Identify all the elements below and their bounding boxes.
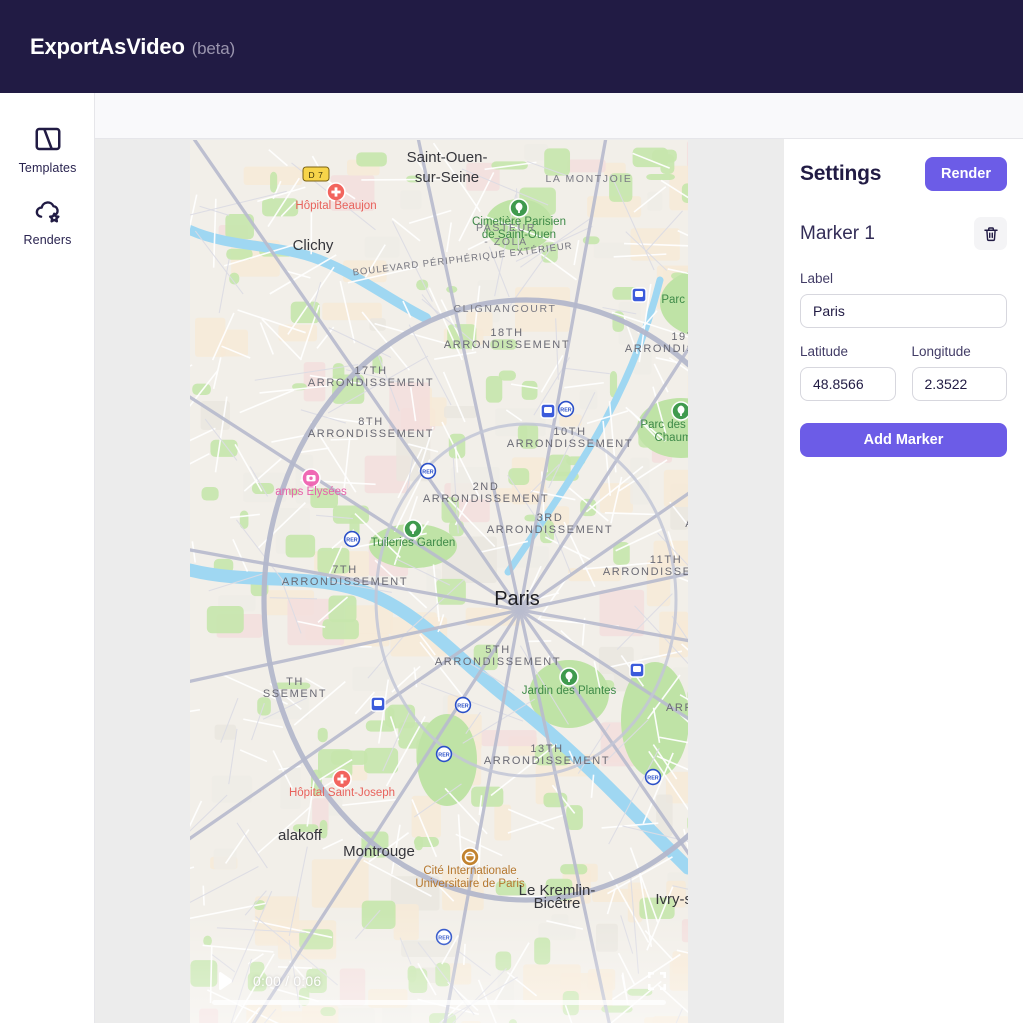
settings-panel: Settings Render Marker 1 Label Latitude <box>784 139 1023 1023</box>
svg-text:Paris: Paris <box>494 588 540 610</box>
play-icon <box>219 971 232 991</box>
svg-text:alakoff: alakoff <box>278 827 323 844</box>
svg-text:10TH: 10TH <box>553 426 586 438</box>
page-title: Settings <box>800 162 882 185</box>
svg-text:Chaumont: Chaumont <box>654 432 688 444</box>
svg-text:amps Élysées: amps Élysées <box>275 485 347 498</box>
svg-text:ARRONDISSEMENT: ARRONDISSEMENT <box>308 428 434 440</box>
svg-text:ARRONDISSEMENT: ARRONDISSEMENT <box>444 339 570 351</box>
fullscreen-icon <box>648 972 666 990</box>
svg-text:19TH: 19TH <box>671 331 688 343</box>
svg-text:PASTEUR: PASTEUR <box>476 222 536 234</box>
app-root: ExportAsVideo (beta) Templates Renders B… <box>0 0 1023 1023</box>
svg-text:ARRONDISSEM: ARRONDISSEM <box>685 518 688 530</box>
svg-text:3RD: 3RD <box>537 512 564 524</box>
brand-beta-tag: (beta) <box>191 38 235 58</box>
video-controls: 0:00 / 0:06 <box>190 949 688 1023</box>
brand-name: ExportAsVideo <box>30 33 185 59</box>
add-marker-button[interactable]: Add Marker <box>800 423 1007 457</box>
svg-text:Hôpital Beaujon: Hôpital Beaujon <box>295 200 376 212</box>
svg-text:8TH: 8TH <box>358 416 384 428</box>
svg-text:Ivry-sur-Seine: Ivry-sur-Seine <box>655 891 688 908</box>
longitude-input[interactable] <box>911 367 1007 401</box>
svg-text:sur-Seine: sur-Seine <box>415 169 479 186</box>
preview-canvas: BOULEVARD PÉRIPHÉRIQUE EXTÉRIEURD 7E15A … <box>95 139 784 1023</box>
fullscreen-button[interactable] <box>648 972 666 990</box>
svg-text:Montrouge: Montrouge <box>343 843 415 860</box>
editor-toolbar <box>95 93 1023 139</box>
app-header: ExportAsVideo (beta) <box>0 0 1023 93</box>
svg-text:TH: TH <box>286 676 304 688</box>
svg-text:Jardin des Plantes: Jardin des Plantes <box>522 685 617 697</box>
svg-text:RER: RER <box>647 776 658 782</box>
svg-text:18TH: 18TH <box>490 327 523 339</box>
svg-text:CLIGNANCOURT: CLIGNANCOURT <box>453 303 556 315</box>
svg-text:RER: RER <box>438 753 449 759</box>
svg-text:7TH: 7TH <box>332 564 358 576</box>
marker-header: Marker 1 <box>800 217 1007 250</box>
svg-text:Clichy: Clichy <box>293 237 334 254</box>
svg-text:Universitaire de Paris: Universitaire de Paris <box>415 878 525 890</box>
label-field-label: Label <box>800 271 834 286</box>
svg-text:ARRONDISSEMENT: ARRONDISSEMENT <box>435 656 561 668</box>
delete-marker-button[interactable] <box>974 217 1007 250</box>
svg-text:Cité Internationale: Cité Internationale <box>423 865 516 877</box>
label-input[interactable] <box>800 294 1007 328</box>
svg-text:13TH: 13TH <box>530 743 563 755</box>
latitude-label: Latitude <box>800 344 849 359</box>
video-timecode: 0:00 / 0:06 <box>253 973 322 989</box>
longitude-label: Longitude <box>911 344 971 359</box>
svg-text:Tuileries Garden: Tuileries Garden <box>371 537 456 549</box>
templates-icon <box>33 124 63 154</box>
svg-text:RER: RER <box>422 470 433 476</box>
settings-header: Settings Render <box>800 157 1007 191</box>
svg-text:D 7: D 7 <box>308 170 323 180</box>
trash-icon <box>983 226 998 241</box>
sidebar-item-templates-label: Templates <box>18 161 77 175</box>
video-progress-bar[interactable] <box>212 1000 666 1005</box>
svg-text:5TH: 5TH <box>485 644 511 656</box>
svg-text:ARRONDISSEMENT: ARRONDISSEMENT <box>484 755 610 767</box>
latitude-field-group: Latitude <box>800 344 896 401</box>
svg-text:ARRONDISSEMENT: ARRONDISSEMENT <box>625 343 688 355</box>
svg-text:17TH: 17TH <box>354 365 387 377</box>
svg-text:Hôpital Saint-Joseph: Hôpital Saint-Joseph <box>289 787 395 799</box>
video-preview[interactable]: BOULEVARD PÉRIPHÉRIQUE EXTÉRIEURD 7E15A … <box>190 140 688 1023</box>
svg-text:ARRONDISSEMENT: ARRONDISSEMENT <box>507 438 633 450</box>
sidebar-item-renders[interactable]: Renders <box>0 187 95 259</box>
svg-text:RER: RER <box>457 704 468 710</box>
svg-text:ARRONDISSEMENT: ARRONDISSEMENT <box>487 524 613 536</box>
latitude-input[interactable] <box>800 367 896 401</box>
sidebar-item-renders-label: Renders <box>23 233 72 247</box>
svg-text:ARRONDISSEMENT: ARRONDISSEMENT <box>308 377 434 389</box>
svg-text:2ND: 2ND <box>473 481 500 493</box>
svg-text:LA MONTJOIE: LA MONTJOIE <box>545 173 632 185</box>
svg-text:- ZOLA: - ZOLA <box>484 236 527 248</box>
svg-text:ARRONDISSEMENT: ARRONDISSEMENT <box>282 576 408 588</box>
svg-text:SSEMENT: SSEMENT <box>263 688 327 700</box>
brand-logo[interactable]: ExportAsVideo (beta) <box>30 34 235 60</box>
svg-text:ARRONDISSEMEN: ARRONDISSEMEN <box>666 702 688 714</box>
map-render: BOULEVARD PÉRIPHÉRIQUE EXTÉRIEURD 7E15A … <box>190 140 688 1023</box>
play-button[interactable] <box>212 969 236 993</box>
render-button[interactable]: Render <box>925 157 1007 191</box>
sidebar-item-templates[interactable]: Templates <box>0 115 95 187</box>
svg-text:RER: RER <box>346 538 357 544</box>
svg-text:ARRONDISSEMENT: ARRONDISSEMENT <box>603 566 688 578</box>
svg-text:Parc de la Villette: Parc de la Villette <box>661 294 688 306</box>
svg-text:Saint-Ouen-: Saint-Ouen- <box>407 149 488 166</box>
cloud-star-icon <box>33 196 63 226</box>
marker-title: Marker 1 <box>800 222 875 244</box>
label-field-group: Label <box>800 271 1007 328</box>
sidebar: Templates Renders <box>0 93 95 1023</box>
svg-text:11TH: 11TH <box>650 554 682 566</box>
coordinates-row: Latitude Longitude <box>800 344 1007 401</box>
svg-text:ARRONDISSEMENT: ARRONDISSEMENT <box>423 493 549 505</box>
svg-text:Bicêtre: Bicêtre <box>534 895 581 912</box>
svg-text:Parc des Buttes: Parc des Buttes <box>640 419 688 431</box>
longitude-field-group: Longitude <box>911 344 1007 401</box>
svg-text:RER: RER <box>560 408 571 414</box>
